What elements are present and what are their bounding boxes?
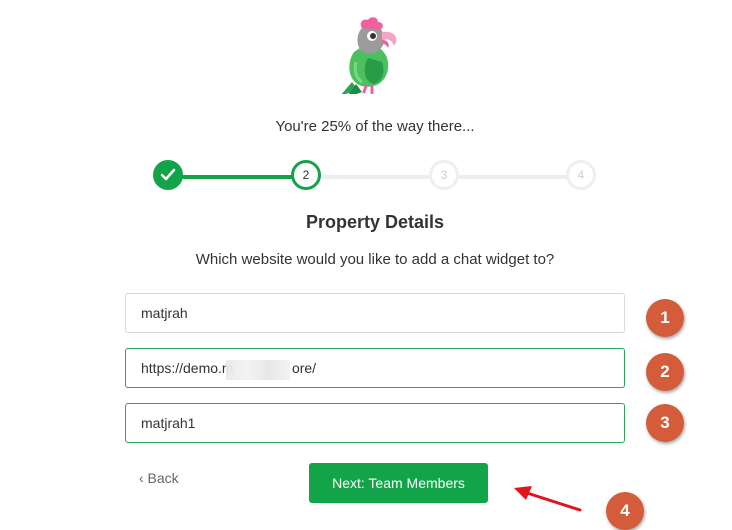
progress-stepper: 2 3 4 [150,160,600,194]
onboarding-page: You're 25% of the way there... 2 3 4 Pro… [0,0,732,530]
red-arrow-icon [514,486,582,512]
widget-name-input[interactable] [125,403,625,443]
step-2-label: 2 [302,168,310,182]
website-url-input[interactable] [125,348,625,388]
back-link[interactable]: ‹ Back [139,470,179,486]
step-4-pending: 4 [566,160,596,190]
parrot-logo-icon [341,17,397,94]
redaction-blur [226,360,290,380]
annotation-marker-1: 1 [646,299,684,337]
step-4-label: 4 [577,168,585,182]
step-3-label: 3 [440,168,448,182]
next-team-members-button[interactable]: Next: Team Members [309,463,488,503]
progress-text: You're 25% of the way there... [275,118,475,135]
annotation-marker-4: 4 [606,492,644,530]
section-title: Property Details [305,212,445,232]
annotation-marker-2: 2 [646,353,684,391]
step-1-complete [153,160,183,190]
checkmark-icon [160,168,176,181]
property-name-input[interactable] [125,293,625,333]
annotation-marker-3: 3 [646,404,684,442]
question-text: Which website would you like to add a ch… [195,251,555,268]
step-2-current: 2 [291,160,321,190]
step-3-pending: 3 [429,160,459,190]
stepper-track-complete [168,175,308,179]
